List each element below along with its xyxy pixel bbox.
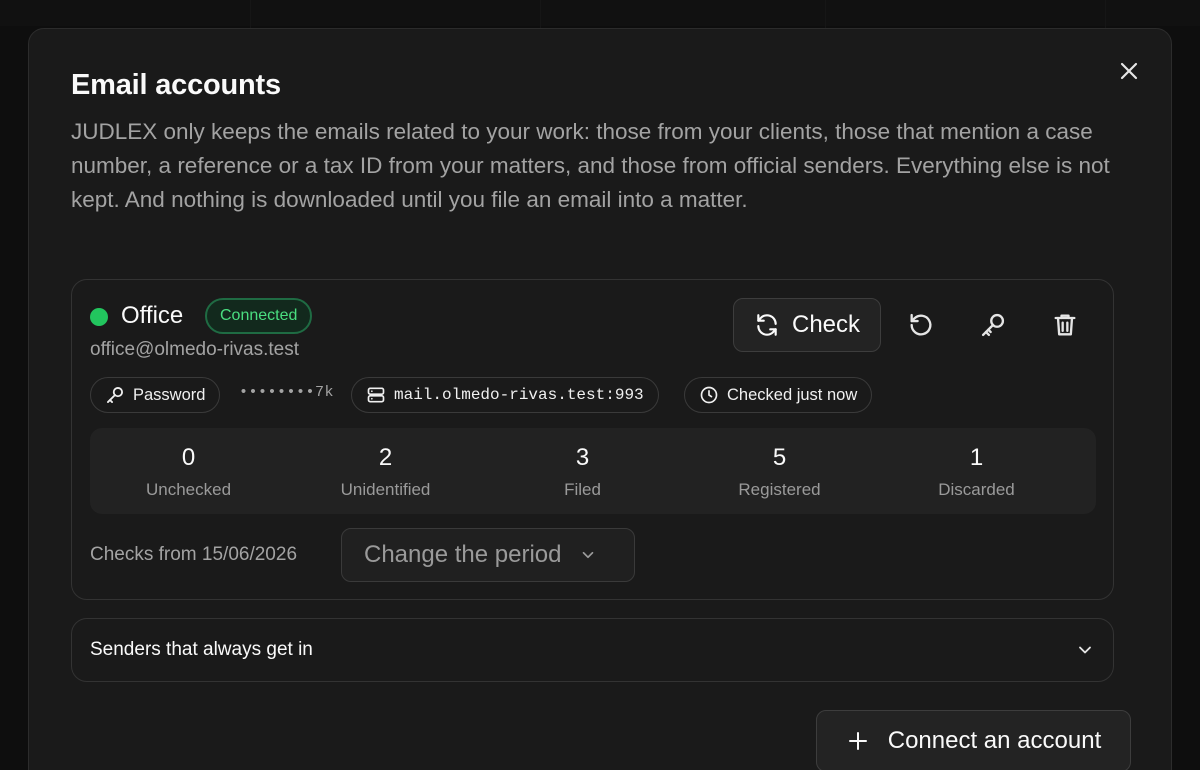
chevron-down-icon [1079,646,1091,654]
period-select-label: Change the period [364,541,562,568]
stat-label: Registered [738,480,821,499]
stat-value: 3 [575,444,590,471]
stat-value: 0 [181,444,196,471]
stats-panel: 0 Unchecked 2 Unidentified 3 Filed 5 Reg… [90,428,1096,514]
app-topbar [0,0,1200,26]
account-name: Office [121,302,184,329]
connect-account-button[interactable]: Connect an account [816,710,1131,770]
account-card: Office Connected office@olmedo-rivas.tes… [71,279,1114,600]
masked-password: ••••••••7k [239,384,335,401]
server-pill: mail.olmedo-rivas.test:993 [351,377,659,413]
stat-unidentified: 2 Unidentified [287,428,484,514]
sync-icon [757,314,777,336]
stat-label: Unidentified [340,480,431,499]
senders-label: Senders that always get in [90,639,313,660]
stat-label: Filed [564,480,601,499]
refresh-icon[interactable] [904,308,938,342]
check-button[interactable]: Check [733,298,881,352]
stat-label: Discarded [938,480,1015,499]
auth-method-pill: Password [90,377,221,413]
close-icon[interactable] [1117,59,1141,83]
status-dot [90,308,108,326]
clock-icon [700,386,718,404]
dialog-description: JUDLEX only keeps the emails related to … [71,119,1110,212]
stat-filed: 3 Filed [484,428,681,514]
stat-discarded: 1 Discarded [878,428,1075,514]
server-icon [367,387,385,403]
stat-label: Unchecked [145,480,232,499]
status-badge: Connected [205,298,313,334]
last-checked-label: Checked just now [727,385,858,404]
auth-method-label: Password [133,385,206,404]
stat-registered: 5 Registered [681,428,878,514]
stat-value: 1 [969,444,984,471]
connect-account-label: Connect an account [887,727,1102,754]
email-accounts-dialog: Email accounts JUDLEX only keeps the ema… [28,28,1172,770]
key-icon [107,387,123,403]
trash-icon[interactable] [1048,308,1082,342]
stat-unchecked: 0 Unchecked [90,428,287,514]
plus-icon [848,732,867,750]
key-icon[interactable] [976,308,1010,342]
account-email: office@olmedo-rivas.test [90,339,300,360]
senders-accordion[interactable]: Senders that always get in [71,618,1114,682]
stat-value: 5 [772,444,787,471]
change-period-select[interactable]: Change the period [341,528,635,582]
server-address: mail.olmedo-rivas.test:993 [394,386,644,404]
chevron-down-icon [583,551,594,559]
last-checked-pill: Checked just now [684,377,873,413]
dialog-title: Email accounts [71,69,281,101]
check-label: Check [791,311,861,338]
stat-value: 2 [378,444,393,471]
period-label: Checks from 15/06/2026 [90,544,298,565]
